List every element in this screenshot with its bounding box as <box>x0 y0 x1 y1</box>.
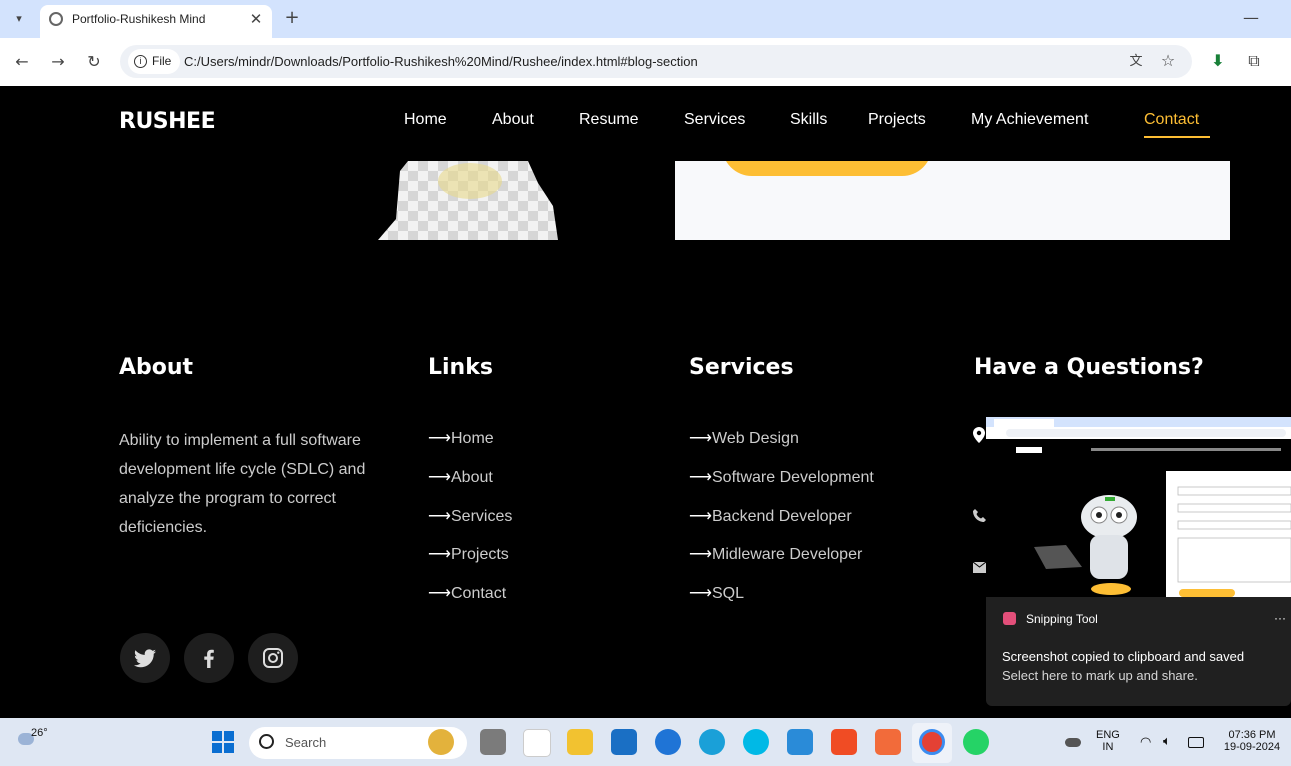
brave-icon[interactable] <box>831 729 857 755</box>
forward-icon[interactable]: → <box>47 52 69 72</box>
language-indicator[interactable]: ENG IN <box>1096 729 1120 753</box>
arrow-right-icon: ⟶ <box>689 585 712 602</box>
microsoft-store-icon[interactable] <box>523 729 551 757</box>
nav-about[interactable]: About <box>492 111 534 129</box>
nav-skills[interactable]: Skills <box>790 111 827 129</box>
windows-logo-icon <box>212 731 234 753</box>
nav-resume[interactable]: Resume <box>579 111 639 129</box>
instagram-icon <box>263 648 283 668</box>
url-text[interactable]: C:/Users/mindr/Downloads/Portfolio-Rushi… <box>184 54 698 69</box>
active-nav-underline <box>1144 136 1210 138</box>
phone-icon <box>973 509 986 526</box>
tab-title: Portfolio-Rushikesh Mind <box>72 12 206 26</box>
file-explorer-icon[interactable] <box>567 729 593 755</box>
postman-icon[interactable] <box>875 729 901 755</box>
footer-service-web-design[interactable]: ⟶Web Design <box>689 428 799 448</box>
notification-message: Screenshot copied to clipboard and saved <box>1002 649 1245 664</box>
info-icon: i <box>134 55 147 68</box>
weather-temp: 26° <box>31 727 48 739</box>
arrow-right-icon: ⟶ <box>428 585 451 602</box>
alexa-icon[interactable] <box>743 729 769 755</box>
reload-icon[interactable]: ↻ <box>83 52 105 72</box>
footer-link-services[interactable]: ⟶Services <box>428 506 512 526</box>
extensions-icon[interactable]: ⧉ <box>1243 51 1265 71</box>
start-button[interactable] <box>212 731 234 753</box>
footer-services-heading: Services <box>689 355 794 380</box>
footer-about-heading: About <box>119 355 194 380</box>
screenshot-thumbnail[interactable] <box>986 417 1291 597</box>
map-marker-icon <box>973 427 985 447</box>
site-logo[interactable]: RUSHEE <box>119 109 216 134</box>
footer-service-midleware-developer[interactable]: ⟶Midleware Developer <box>689 544 862 564</box>
vscode-icon[interactable] <box>787 729 813 755</box>
clock[interactable]: 07:36 PM 19-09-2024 <box>1220 729 1284 753</box>
twitter-icon <box>134 649 156 668</box>
onedrive-icon[interactable] <box>1065 738 1081 747</box>
nav-services[interactable]: Services <box>684 111 745 129</box>
nav-home[interactable]: Home <box>404 111 447 129</box>
myhp-icon[interactable] <box>611 729 637 755</box>
notification-subtext: Select here to mark up and share. <box>1002 668 1198 683</box>
nav-my-achievement[interactable]: My Achievement <box>971 111 1088 129</box>
footer-about-text: Ability to implement a full software dev… <box>119 432 366 536</box>
minimize-icon[interactable]: — <box>1240 8 1262 28</box>
clock-date: 19-09-2024 <box>1223 741 1281 753</box>
footer-service-software-development[interactable]: ⟶Software Development <box>689 467 874 487</box>
envelope-icon <box>972 561 987 577</box>
help-icon[interactable] <box>655 729 681 755</box>
snipping-tool-icon <box>1003 612 1016 625</box>
footer-service-sql[interactable]: ⟶SQL <box>689 583 744 603</box>
taskbar-search-label: Search <box>285 735 327 750</box>
nav-contact[interactable]: Contact <box>1144 111 1199 129</box>
edge-icon[interactable] <box>699 729 725 755</box>
translate-icon[interactable]: 文 <box>1125 52 1147 72</box>
notification-more-button[interactable]: ··· <box>1274 611 1286 625</box>
instagram-button[interactable] <box>248 633 298 683</box>
arrow-right-icon: ⟶ <box>428 508 451 525</box>
back-icon[interactable]: ← <box>11 52 33 72</box>
twitter-button[interactable] <box>120 633 170 683</box>
chrome-icon[interactable] <box>919 729 945 755</box>
notification-app-name: Snipping Tool <box>1026 612 1098 626</box>
search-icon <box>259 734 274 749</box>
footer-links-heading: Links <box>428 355 493 380</box>
footer-link-about[interactable]: ⟶About <box>428 467 493 487</box>
search-highlight-icon <box>428 729 454 755</box>
clock-time: 07:36 PM <box>1228 729 1276 741</box>
arrow-right-icon: ⟶ <box>428 546 451 563</box>
volume-icon[interactable]: 🔈︎ <box>1163 734 1171 749</box>
tab-search-icon[interactable]: ▾ <box>8 9 30 29</box>
bookmark-star-icon[interactable]: ☆ <box>1157 51 1179 71</box>
facebook-icon <box>204 649 214 668</box>
battery-icon[interactable] <box>1188 737 1204 748</box>
nav-projects[interactable]: Projects <box>868 111 926 129</box>
new-tab-icon[interactable]: + <box>281 8 303 28</box>
footer-link-projects[interactable]: ⟶Projects <box>428 544 509 564</box>
task-view-icon[interactable] <box>480 729 506 755</box>
footer-service-backend-developer[interactable]: ⟶Backend Developer <box>689 506 852 526</box>
footer-link-home[interactable]: ⟶Home <box>428 428 494 448</box>
file-label: File <box>152 54 172 68</box>
arrow-right-icon: ⟶ <box>689 469 712 486</box>
arrow-right-icon: ⟶ <box>689 546 712 563</box>
close-tab-icon[interactable]: ✕ <box>245 9 267 29</box>
site-info-chip[interactable]: i File <box>128 49 181 74</box>
arrow-right-icon: ⟶ <box>689 430 712 447</box>
tab-favicon-icon <box>49 12 63 26</box>
weather-widget[interactable]: 26° <box>18 727 52 755</box>
footer-link-contact[interactable]: ⟶Contact <box>428 583 506 603</box>
arrow-right-icon: ⟶ <box>428 469 451 486</box>
download-icon[interactable]: ⬇ <box>1207 51 1229 71</box>
arrow-right-icon: ⟶ <box>428 430 451 447</box>
facebook-button[interactable] <box>184 633 234 683</box>
wifi-icon[interactable]: ◠ <box>1140 735 1151 750</box>
hero-image-fragment <box>378 161 558 240</box>
whatsapp-icon[interactable] <box>963 729 989 755</box>
arrow-right-icon: ⟶ <box>689 508 712 525</box>
footer-questions-heading: Have a Questions? <box>974 355 1204 380</box>
